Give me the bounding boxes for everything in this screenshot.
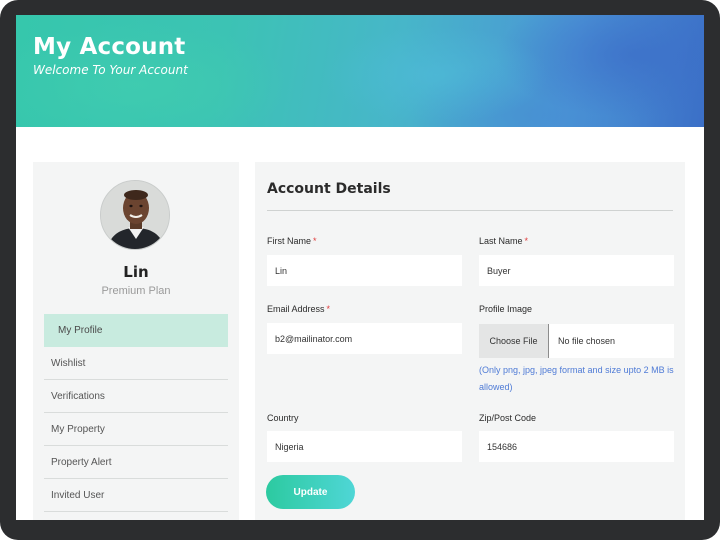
email-label: Email Address * — [267, 304, 330, 314]
user-plan: Premium Plan — [101, 285, 171, 297]
sidebar-item-my-property[interactable]: My Property — [44, 413, 228, 446]
last-name-label-text: Last Name — [479, 236, 523, 246]
last-name-label: Last Name * — [479, 236, 528, 246]
required-marker: * — [524, 236, 529, 246]
sidebar-item-wishlist[interactable]: Wishlist — [44, 347, 228, 380]
file-format-hint: (Only png, jpg, jpeg format and size upt… — [479, 365, 674, 392]
sidebar-item-my-profile[interactable]: My Profile — [44, 314, 228, 347]
account-menu: My Profile Wishlist Verifications My Pro… — [44, 314, 228, 512]
device-frame: My Account Welcome To Your Account Lin P — [0, 0, 720, 540]
zip-field[interactable] — [479, 431, 674, 462]
first-name-label: First Name * — [267, 236, 317, 246]
sidebar-item-verifications[interactable]: Verifications — [44, 380, 228, 413]
profile-image-upload[interactable]: Choose File No file chosen — [479, 324, 674, 358]
divider — [267, 210, 673, 211]
header-banner: My Account Welcome To Your Account — [16, 15, 704, 127]
choose-file-button[interactable]: Choose File — [479, 324, 549, 358]
zip-label: Zip/Post Code — [479, 413, 537, 423]
sidebar-item-invited-user[interactable]: Invited User — [44, 479, 228, 512]
page-title: My Account — [33, 34, 186, 60]
panel-title: Account Details — [267, 181, 391, 197]
app-screen: My Account Welcome To Your Account Lin P — [16, 15, 704, 520]
sidebar-item-property-alert[interactable]: Property Alert — [44, 446, 228, 479]
avatar — [100, 180, 170, 250]
page-subtitle: Welcome To Your Account — [33, 63, 188, 77]
user-name: Lin — [123, 263, 149, 281]
account-details-panel: Account Details First Name* Last Name* E… — [255, 162, 685, 520]
required-marker: * — [313, 236, 317, 246]
first-name-label-text: First Name — [267, 236, 312, 246]
file-status: No file chosen — [558, 336, 616, 346]
country-label: Country — [267, 413, 299, 423]
email-label-text: Email Address — [267, 304, 325, 314]
first-name-field[interactable] — [267, 255, 462, 286]
update-button[interactable]: Update — [266, 475, 355, 509]
required-marker: * — [326, 304, 331, 314]
email-field[interactable] — [267, 323, 462, 354]
country-field[interactable] — [267, 431, 462, 462]
profile-image-label: Profile Image — [479, 304, 533, 314]
profile-sidebar: Lin Premium Plan My Profile Wishlist Ver… — [33, 162, 239, 520]
last-name-field[interactable] — [479, 255, 674, 286]
avatar-photo — [101, 181, 169, 249]
